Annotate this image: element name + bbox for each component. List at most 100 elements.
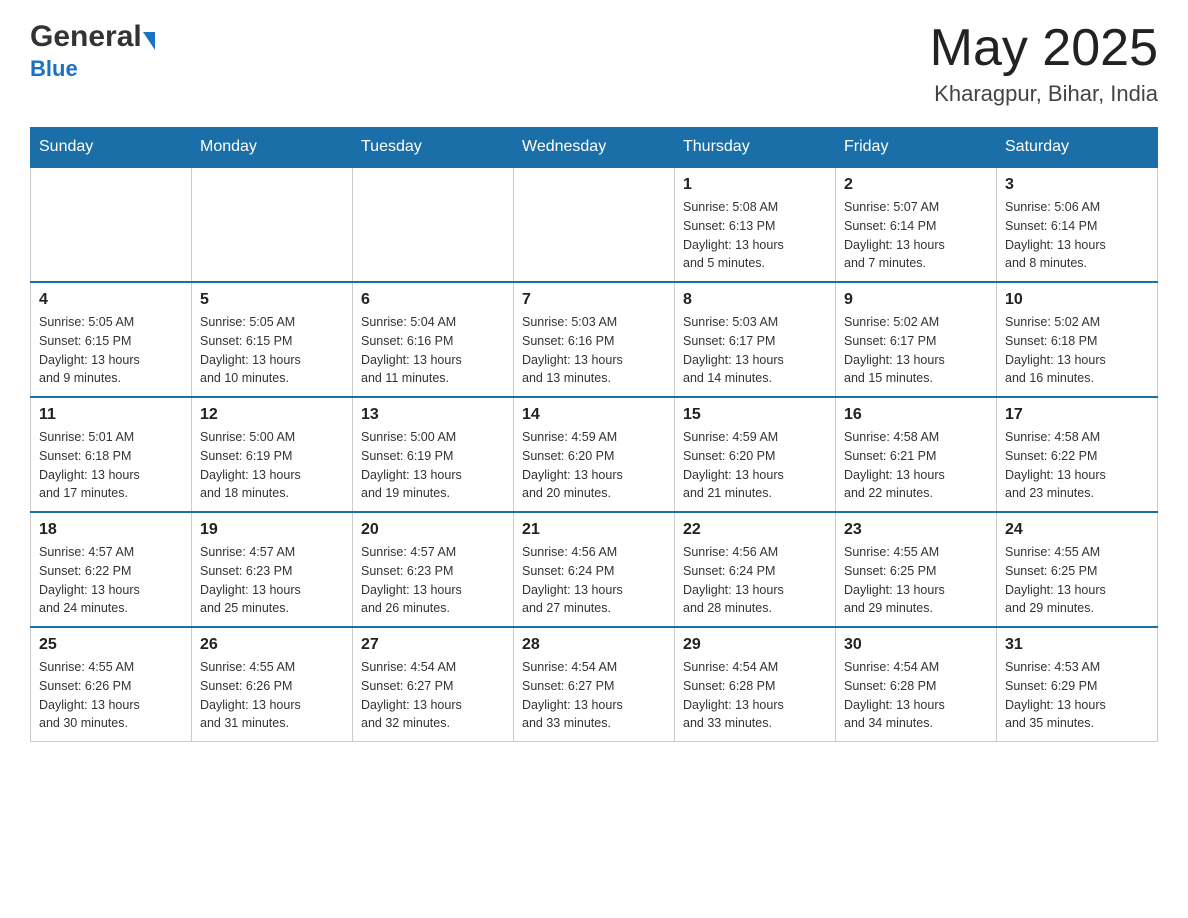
calendar-cell-w1-d3 bbox=[353, 167, 514, 282]
day-number: 18 bbox=[39, 521, 183, 539]
week-row-1: 1 Sunrise: 5:08 AM Sunset: 6:13 PM Daylig… bbox=[31, 167, 1158, 282]
day-number: 9 bbox=[844, 291, 988, 309]
day-info: Sunrise: 4:59 AM Sunset: 6:20 PM Dayligh… bbox=[683, 428, 827, 503]
day-number: 24 bbox=[1005, 521, 1149, 539]
calendar-cell-w2-d3: 6 Sunrise: 5:04 AM Sunset: 6:16 PM Daylig… bbox=[353, 282, 514, 397]
header-tuesday: Tuesday bbox=[353, 128, 514, 168]
day-info: Sunrise: 4:57 AM Sunset: 6:22 PM Dayligh… bbox=[39, 543, 183, 618]
day-info: Sunrise: 4:55 AM Sunset: 6:25 PM Dayligh… bbox=[1005, 543, 1149, 618]
day-number: 26 bbox=[200, 636, 344, 654]
day-number: 25 bbox=[39, 636, 183, 654]
day-number: 5 bbox=[200, 291, 344, 309]
calendar-cell-w3-d1: 11Sunrise: 5:01 AM Sunset: 6:18 PM Dayli… bbox=[31, 397, 192, 512]
day-number: 21 bbox=[522, 521, 666, 539]
day-number: 15 bbox=[683, 406, 827, 424]
day-number: 28 bbox=[522, 636, 666, 654]
day-info: Sunrise: 5:05 AM Sunset: 6:15 PM Dayligh… bbox=[39, 313, 183, 388]
calendar-cell-w5-d3: 27Sunrise: 4:54 AM Sunset: 6:27 PM Dayli… bbox=[353, 627, 514, 742]
calendar-cell-w3-d3: 13Sunrise: 5:00 AM Sunset: 6:19 PM Dayli… bbox=[353, 397, 514, 512]
calendar-cell-w4-d2: 19 Sunrise: 4:57 AM Sunset: 6:23 PM Dayli… bbox=[192, 512, 353, 627]
day-number: 12 bbox=[200, 406, 344, 424]
calendar-cell-w5-d1: 25 Sunrise: 4:55 AM Sunset: 6:26 PM Dayli… bbox=[31, 627, 192, 742]
day-info: Sunrise: 4:56 AM Sunset: 6:24 PM Dayligh… bbox=[522, 543, 666, 618]
calendar-cell-w5-d5: 29 Sunrise: 4:54 AM Sunset: 6:28 PM Dayli… bbox=[675, 627, 836, 742]
day-info: Sunrise: 5:00 AM Sunset: 6:19 PM Dayligh… bbox=[200, 428, 344, 503]
day-info: Sunrise: 4:56 AM Sunset: 6:24 PM Dayligh… bbox=[683, 543, 827, 618]
day-info: Sunrise: 5:02 AM Sunset: 6:17 PM Dayligh… bbox=[844, 313, 988, 388]
calendar-cell-w2-d1: 4 Sunrise: 5:05 AM Sunset: 6:15 PM Daylig… bbox=[31, 282, 192, 397]
week-row-4: 18 Sunrise: 4:57 AM Sunset: 6:22 PM Dayli… bbox=[31, 512, 1158, 627]
day-info: Sunrise: 4:55 AM Sunset: 6:26 PM Dayligh… bbox=[200, 658, 344, 733]
day-info: Sunrise: 5:04 AM Sunset: 6:16 PM Dayligh… bbox=[361, 313, 505, 388]
header-thursday: Thursday bbox=[675, 128, 836, 168]
day-number: 30 bbox=[844, 636, 988, 654]
day-info: Sunrise: 4:57 AM Sunset: 6:23 PM Dayligh… bbox=[200, 543, 344, 618]
day-info: Sunrise: 5:08 AM Sunset: 6:13 PM Dayligh… bbox=[683, 198, 827, 273]
day-info: Sunrise: 5:07 AM Sunset: 6:14 PM Dayligh… bbox=[844, 198, 988, 273]
calendar-header-row: SundayMondayTuesdayWednesdayThursdayFrid… bbox=[31, 128, 1158, 168]
day-info: Sunrise: 4:55 AM Sunset: 6:26 PM Dayligh… bbox=[39, 658, 183, 733]
day-number: 19 bbox=[200, 521, 344, 539]
day-number: 14 bbox=[522, 406, 666, 424]
header-friday: Friday bbox=[836, 128, 997, 168]
day-number: 17 bbox=[1005, 406, 1149, 424]
page-header: General Blue May 2025 Kharagpur, Bihar, … bbox=[30, 20, 1158, 107]
month-year-title: May 2025 bbox=[930, 20, 1158, 77]
day-info: Sunrise: 4:53 AM Sunset: 6:29 PM Dayligh… bbox=[1005, 658, 1149, 733]
calendar-cell-w4-d3: 20 Sunrise: 4:57 AM Sunset: 6:23 PM Dayli… bbox=[353, 512, 514, 627]
logo-arrow-icon bbox=[143, 32, 155, 50]
calendar-table: SundayMondayTuesdayWednesdayThursdayFrid… bbox=[30, 127, 1158, 742]
day-number: 31 bbox=[1005, 636, 1149, 654]
calendar-cell-w2-d4: 7 Sunrise: 5:03 AM Sunset: 6:16 PM Daylig… bbox=[514, 282, 675, 397]
day-info: Sunrise: 4:54 AM Sunset: 6:28 PM Dayligh… bbox=[683, 658, 827, 733]
calendar-cell-w1-d4 bbox=[514, 167, 675, 282]
calendar-cell-w4-d5: 22Sunrise: 4:56 AM Sunset: 6:24 PM Dayli… bbox=[675, 512, 836, 627]
day-info: Sunrise: 4:54 AM Sunset: 6:27 PM Dayligh… bbox=[361, 658, 505, 733]
day-number: 7 bbox=[522, 291, 666, 309]
calendar-cell-w5-d4: 28 Sunrise: 4:54 AM Sunset: 6:27 PM Dayli… bbox=[514, 627, 675, 742]
day-number: 6 bbox=[361, 291, 505, 309]
day-info: Sunrise: 5:02 AM Sunset: 6:18 PM Dayligh… bbox=[1005, 313, 1149, 388]
title-block: May 2025 Kharagpur, Bihar, India bbox=[930, 20, 1158, 107]
day-number: 10 bbox=[1005, 291, 1149, 309]
calendar-cell-w1-d7: 3 Sunrise: 5:06 AM Sunset: 6:14 PM Daylig… bbox=[997, 167, 1158, 282]
header-saturday: Saturday bbox=[997, 128, 1158, 168]
day-info: Sunrise: 4:55 AM Sunset: 6:25 PM Dayligh… bbox=[844, 543, 988, 618]
calendar-cell-w1-d5: 1 Sunrise: 5:08 AM Sunset: 6:13 PM Daylig… bbox=[675, 167, 836, 282]
calendar-cell-w2-d2: 5 Sunrise: 5:05 AM Sunset: 6:15 PM Daylig… bbox=[192, 282, 353, 397]
day-info: Sunrise: 4:58 AM Sunset: 6:22 PM Dayligh… bbox=[1005, 428, 1149, 503]
header-wednesday: Wednesday bbox=[514, 128, 675, 168]
week-row-2: 4 Sunrise: 5:05 AM Sunset: 6:15 PM Daylig… bbox=[31, 282, 1158, 397]
day-info: Sunrise: 4:58 AM Sunset: 6:21 PM Dayligh… bbox=[844, 428, 988, 503]
day-info: Sunrise: 4:54 AM Sunset: 6:28 PM Dayligh… bbox=[844, 658, 988, 733]
calendar-cell-w4-d1: 18 Sunrise: 4:57 AM Sunset: 6:22 PM Dayli… bbox=[31, 512, 192, 627]
calendar-cell-w3-d4: 14Sunrise: 4:59 AM Sunset: 6:20 PM Dayli… bbox=[514, 397, 675, 512]
day-info: Sunrise: 4:57 AM Sunset: 6:23 PM Dayligh… bbox=[361, 543, 505, 618]
day-number: 13 bbox=[361, 406, 505, 424]
logo-general-text: General bbox=[30, 20, 142, 54]
day-info: Sunrise: 4:54 AM Sunset: 6:27 PM Dayligh… bbox=[522, 658, 666, 733]
week-row-3: 11Sunrise: 5:01 AM Sunset: 6:18 PM Dayli… bbox=[31, 397, 1158, 512]
day-number: 4 bbox=[39, 291, 183, 309]
calendar-cell-w2-d5: 8Sunrise: 5:03 AM Sunset: 6:17 PM Daylig… bbox=[675, 282, 836, 397]
day-number: 1 bbox=[683, 176, 827, 194]
day-number: 8 bbox=[683, 291, 827, 309]
logo-blue-text: Blue bbox=[30, 56, 78, 82]
calendar-cell-w3-d6: 16Sunrise: 4:58 AM Sunset: 6:21 PM Dayli… bbox=[836, 397, 997, 512]
header-monday: Monday bbox=[192, 128, 353, 168]
day-number: 11 bbox=[39, 406, 183, 424]
calendar-cell-w5-d6: 30 Sunrise: 4:54 AM Sunset: 6:28 PM Dayli… bbox=[836, 627, 997, 742]
day-number: 3 bbox=[1005, 176, 1149, 194]
day-info: Sunrise: 5:05 AM Sunset: 6:15 PM Dayligh… bbox=[200, 313, 344, 388]
calendar-cell-w2-d6: 9 Sunrise: 5:02 AM Sunset: 6:17 PM Daylig… bbox=[836, 282, 997, 397]
calendar-cell-w4-d7: 24 Sunrise: 4:55 AM Sunset: 6:25 PM Dayli… bbox=[997, 512, 1158, 627]
day-number: 29 bbox=[683, 636, 827, 654]
day-number: 2 bbox=[844, 176, 988, 194]
calendar-cell-w3-d5: 15 Sunrise: 4:59 AM Sunset: 6:20 PM Dayli… bbox=[675, 397, 836, 512]
calendar-cell-w4-d4: 21 Sunrise: 4:56 AM Sunset: 6:24 PM Dayli… bbox=[514, 512, 675, 627]
day-info: Sunrise: 5:03 AM Sunset: 6:16 PM Dayligh… bbox=[522, 313, 666, 388]
day-number: 20 bbox=[361, 521, 505, 539]
calendar-cell-w1-d1 bbox=[31, 167, 192, 282]
day-info: Sunrise: 5:06 AM Sunset: 6:14 PM Dayligh… bbox=[1005, 198, 1149, 273]
week-row-5: 25 Sunrise: 4:55 AM Sunset: 6:26 PM Dayli… bbox=[31, 627, 1158, 742]
